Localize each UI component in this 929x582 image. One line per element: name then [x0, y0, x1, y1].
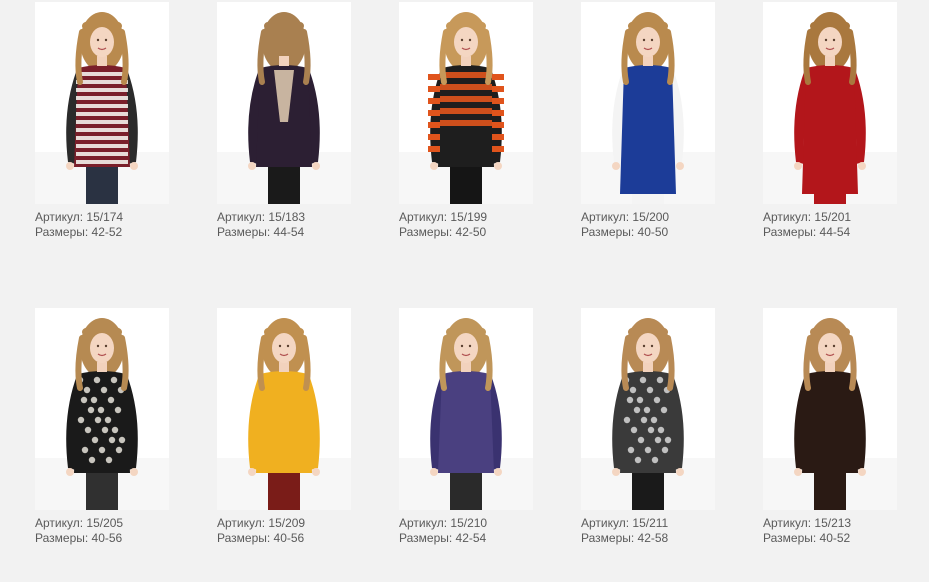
product-article: Артикул: 15/174 [35, 210, 124, 224]
product-article: Артикул: 15/200 [581, 210, 670, 224]
product-card[interactable]: Артикул: 15/205 Размеры: 40-56 [35, 308, 175, 546]
product-card[interactable]: Артикул: 15/199 Размеры: 42-50 [399, 2, 539, 240]
product-sizes: Размеры: 42-50 [399, 225, 487, 239]
product-caption: Артикул: 15/209 Размеры: 40-56 [217, 516, 357, 546]
product-caption: Артикул: 15/201 Размеры: 44-54 [763, 210, 903, 240]
product-card[interactable]: Артикул: 15/183 Размеры: 44-54 [217, 2, 357, 240]
product-photo[interactable] [217, 308, 351, 510]
product-card[interactable]: Артикул: 15/209 Размеры: 40-56 [217, 308, 357, 546]
model-illustration [399, 2, 533, 204]
product-sizes: Размеры: 40-50 [581, 225, 669, 239]
product-article: Артикул: 15/183 [217, 210, 306, 224]
product-photo[interactable] [35, 2, 169, 204]
product-sizes: Размеры: 44-54 [763, 225, 851, 239]
product-photo[interactable] [399, 2, 533, 204]
product-caption: Артикул: 15/213 Размеры: 40-52 [763, 516, 903, 546]
product-article: Артикул: 15/210 [399, 516, 488, 530]
product-article: Артикул: 15/199 [399, 210, 488, 224]
product-card[interactable]: Артикул: 15/201 Размеры: 44-54 [763, 2, 903, 240]
model-illustration [217, 2, 351, 204]
model-illustration [35, 2, 169, 204]
model-illustration [399, 308, 533, 510]
product-photo[interactable] [581, 308, 715, 510]
product-article: Артикул: 15/209 [217, 516, 306, 530]
product-caption: Артикул: 15/205 Размеры: 40-56 [35, 516, 175, 546]
product-article: Артикул: 15/213 [763, 516, 852, 530]
product-sizes: Размеры: 40-56 [217, 531, 305, 545]
product-photo[interactable] [581, 2, 715, 204]
product-card[interactable]: Артикул: 15/200 Размеры: 40-50 [581, 2, 721, 240]
product-sizes: Размеры: 42-58 [581, 531, 669, 545]
model-illustration [763, 308, 897, 510]
product-card[interactable]: Артикул: 15/211 Размеры: 42-58 [581, 308, 721, 546]
product-caption: Артикул: 15/210 Размеры: 42-54 [399, 516, 539, 546]
product-caption: Артикул: 15/200 Размеры: 40-50 [581, 210, 721, 240]
product-photo[interactable] [35, 308, 169, 510]
product-card[interactable]: Артикул: 15/213 Размеры: 40-52 [763, 308, 903, 546]
product-caption: Артикул: 15/183 Размеры: 44-54 [217, 210, 357, 240]
product-sizes: Размеры: 44-54 [217, 225, 305, 239]
product-caption: Артикул: 15/211 Размеры: 42-58 [581, 516, 721, 546]
model-illustration [217, 308, 351, 510]
product-article: Артикул: 15/211 [581, 516, 669, 530]
model-illustration [581, 308, 715, 510]
model-illustration [763, 2, 897, 204]
product-sizes: Размеры: 42-54 [399, 531, 487, 545]
product-article: Артикул: 15/205 [35, 516, 124, 530]
model-illustration [581, 2, 715, 204]
product-photo[interactable] [763, 2, 897, 204]
product-caption: Артикул: 15/174 Размеры: 42-52 [35, 210, 175, 240]
product-sizes: Размеры: 40-52 [763, 531, 851, 545]
product-sizes: Размеры: 42-52 [35, 225, 123, 239]
product-photo[interactable] [763, 308, 897, 510]
product-article: Артикул: 15/201 [763, 210, 852, 224]
product-card[interactable]: Артикул: 15/210 Размеры: 42-54 [399, 308, 539, 546]
product-caption: Артикул: 15/199 Размеры: 42-50 [399, 210, 539, 240]
product-photo[interactable] [399, 308, 533, 510]
product-photo[interactable] [217, 2, 351, 204]
product-grid: Артикул: 15/174 Размеры: 42-52 Артикул: … [0, 0, 929, 582]
product-card[interactable]: Артикул: 15/174 Размеры: 42-52 [35, 2, 175, 240]
product-sizes: Размеры: 40-56 [35, 531, 123, 545]
model-illustration [35, 308, 169, 510]
